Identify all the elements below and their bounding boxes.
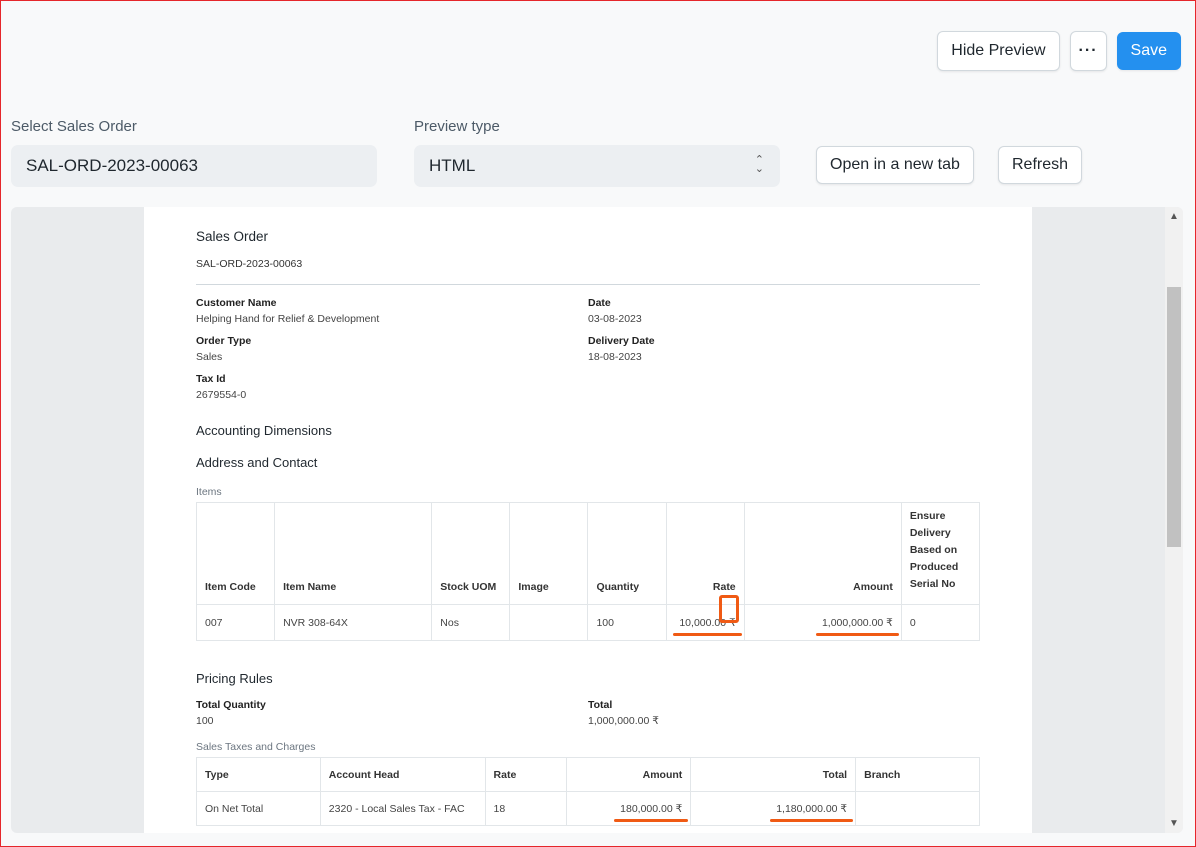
open-new-tab-button[interactable]: Open in a new tab [816,146,974,184]
taxes-table: Type Account Head Rate Amount Total Bran… [196,757,980,826]
items-table: Item Code Item Name Stock UOM Image Quan… [195,502,981,641]
accounting-dimensions-heading: Accounting Dimensions [196,423,332,438]
doc-title: Sales Order [196,229,269,244]
taxes-label: Sales Taxes and Charges [196,741,316,753]
col-rate: Rate [665,502,745,605]
preview-scrollbar[interactable]: ▲ ▼ [1165,207,1183,833]
image-cell [509,604,589,641]
col-item-code: Item Code [195,502,276,605]
quantity-cell: 100 [587,604,667,641]
col-account-head: Account Head [319,757,486,792]
scroll-down-icon[interactable]: ▼ [1169,818,1179,829]
preview-type-label: Preview type [414,118,500,135]
tax-type-cell: On Net Total [196,791,321,826]
table-row: 007 NVR 308-64X Nos 100 10,000.00 ₹ 1,00… [195,595,981,641]
tax-total-cell: 1,180,000.00 ₹ [690,791,857,826]
ensure-delivery-cell: 0 [900,604,981,641]
scroll-up-icon[interactable]: ▲ [1169,211,1179,222]
scroll-thumb[interactable] [1167,287,1181,547]
tax-total-value: 1,180,000.00 ₹ [770,802,854,822]
annotation-box [718,595,739,623]
customer-name-value: Helping Hand for Relief & Development [196,313,380,325]
sales-order-input[interactable]: SAL-ORD-2023-00063 [11,145,377,187]
pricing-rules-heading: Pricing Rules [196,671,273,686]
table-row: On Net Total 2320 - Local Sales Tax - FA… [196,791,980,826]
items-header-row: Item Code Item Name Stock UOM Image Quan… [195,502,981,605]
item-code-cell: 007 [195,604,276,641]
preview-type-value: HTML [429,156,476,175]
branch-cell [855,791,980,826]
date-value: 03-08-2023 [588,313,642,325]
col-amount: Amount [743,502,902,605]
col-branch: Branch [855,757,980,792]
totals-fields: Total Quantity 100 Total 1,000,000.00 ₹ [196,699,980,737]
col-stock-uom: Stock UOM [431,502,511,605]
preview-type-select[interactable]: HTML ⌃ ⌄ [414,145,780,187]
hide-preview-button[interactable]: Hide Preview [937,31,1060,71]
more-actions-button[interactable]: ··· [1069,31,1107,71]
header-fields: Customer Name Helping Hand for Relief & … [196,297,980,411]
col-tax-total: Total [690,757,857,792]
col-tax-rate: Rate [484,757,568,792]
sales-order-label: Select Sales Order [11,118,137,135]
stock-uom-cell: Nos [431,604,511,641]
total-value: 1,000,000.00 ₹ [588,715,659,727]
tax-amount-cell: 180,000.00 ₹ [566,791,692,826]
col-image: Image [509,502,589,605]
tax-id-value: 2679554-0 [196,389,247,401]
col-tax-amount: Amount [566,757,692,792]
order-type-label: Order Type [196,335,252,347]
delivery-date-value: 18-08-2023 [588,351,642,363]
date-label: Date [588,297,611,309]
order-type-value: Sales [196,351,223,363]
select-arrows-icon: ⌃ ⌄ [754,154,764,175]
col-ensure-delivery: Ensure Delivery Based on Produced Serial… [900,502,981,605]
address-contact-heading: Address and Contact [196,455,318,470]
toolbar: Hide Preview ··· Save [937,31,1181,71]
tax-id-label: Tax Id [196,373,226,385]
item-name-cell: NVR 308-64X [274,604,433,641]
save-button[interactable]: Save [1116,32,1181,70]
col-type: Type [196,757,321,792]
print-preview-page: Sales Order SAL-ORD-2023-00063 Customer … [144,207,1032,833]
col-item-name: Item Name [274,502,433,605]
total-quantity-value: 100 [196,715,214,727]
items-label: Items [196,486,222,498]
total-label: Total [588,699,613,711]
tax-rate-cell: 18 [484,791,568,826]
doc-name: SAL-ORD-2023-00063 [196,258,980,285]
total-quantity-label: Total Quantity [196,699,266,711]
preview-frame[interactable]: Sales Order SAL-ORD-2023-00063 Customer … [11,207,1183,833]
amount-value: 1,000,000.00 ₹ [815,616,899,636]
customer-name-label: Customer Name [196,297,277,309]
tax-amount-value: 180,000.00 ₹ [614,802,689,822]
col-quantity: Quantity [587,502,667,605]
account-head-cell: 2320 - Local Sales Tax - FAC [319,791,486,826]
taxes-header-row: Type Account Head Rate Amount Total Bran… [196,757,980,792]
refresh-button[interactable]: Refresh [998,146,1083,184]
delivery-date-label: Delivery Date [588,335,655,347]
amount-cell: 1,000,000.00 ₹ [743,604,902,641]
rate-cell: 10,000.00 ₹ [665,595,745,641]
